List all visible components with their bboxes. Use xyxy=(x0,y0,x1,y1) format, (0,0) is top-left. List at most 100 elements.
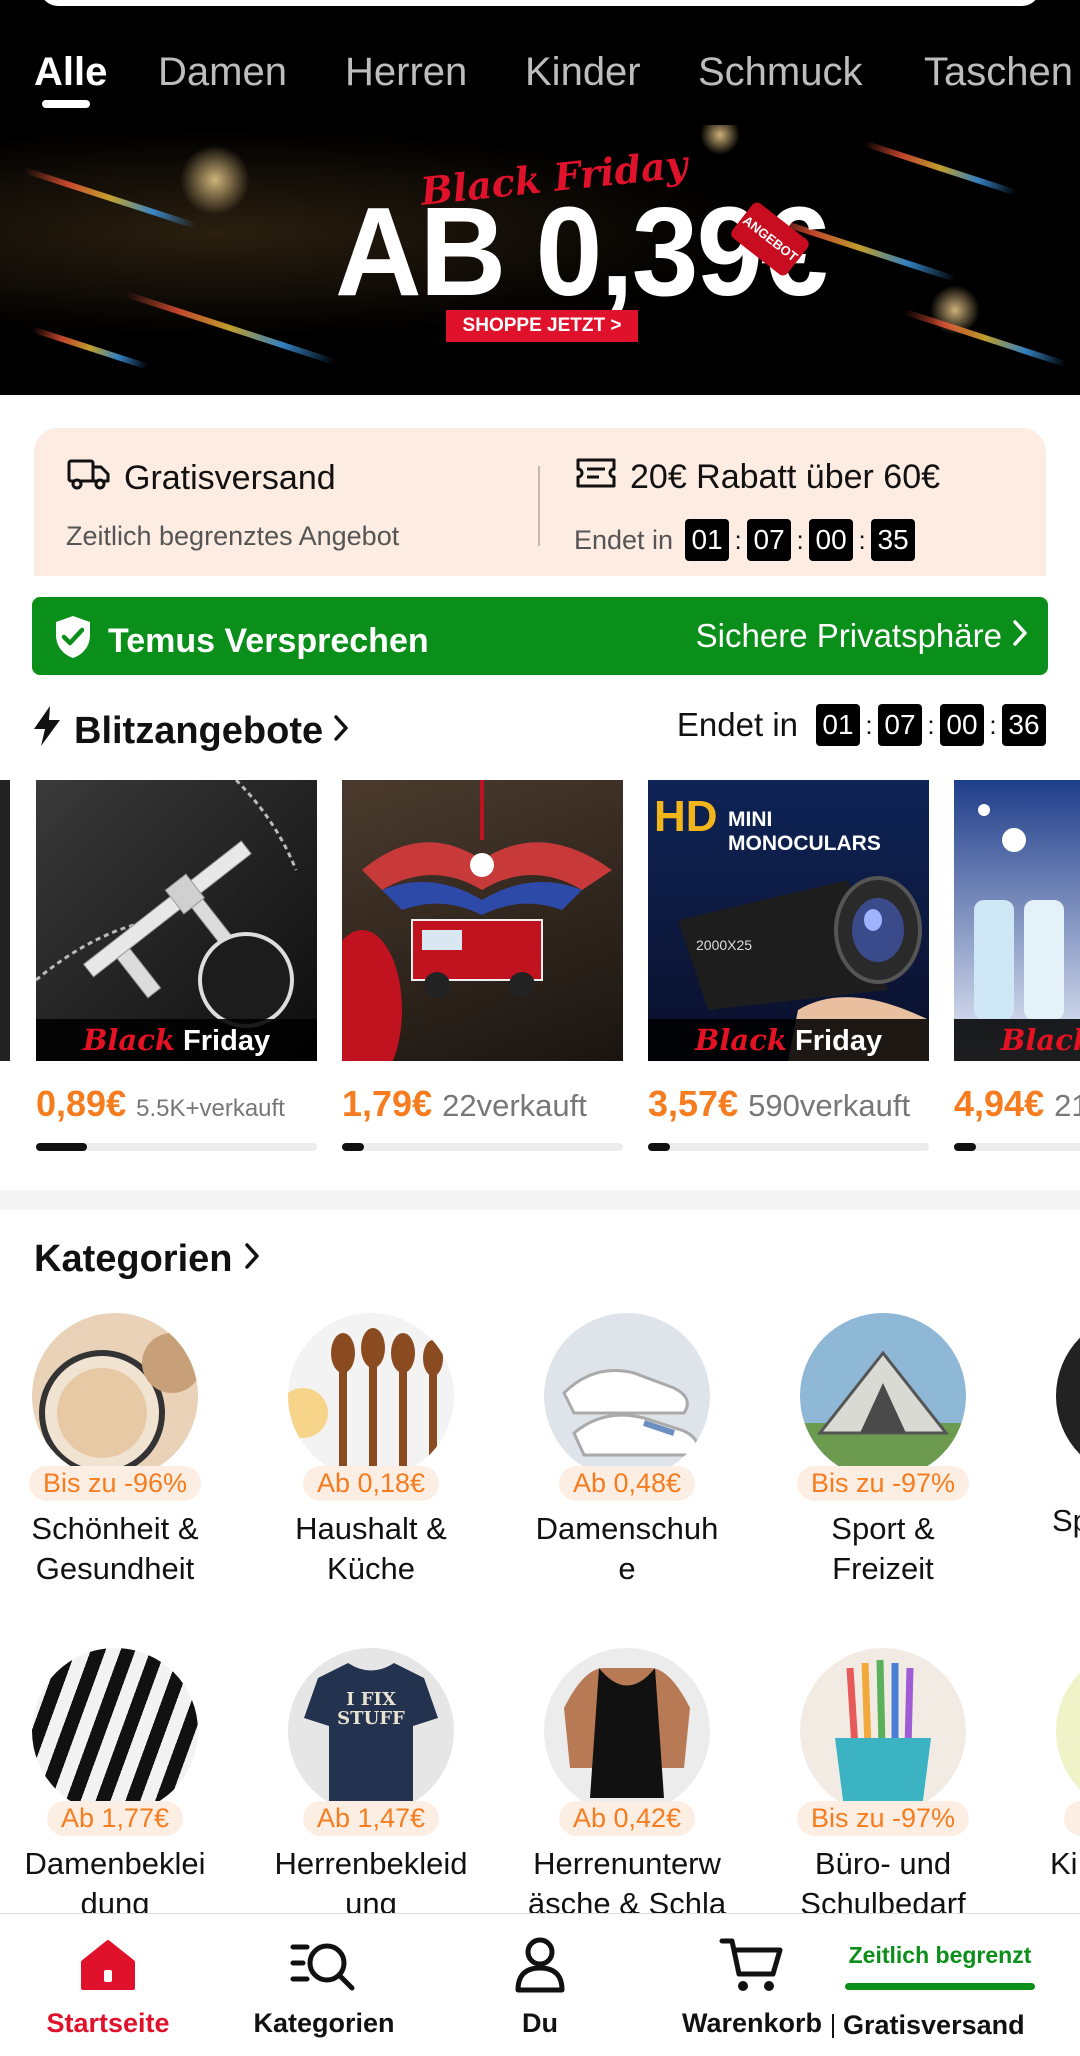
category-sport[interactable]: Bis zu -97% Sport & Freizeit xyxy=(768,1313,998,1589)
promo-card[interactable]: Gratisversand Zeitlich begrenztes Angebo… xyxy=(34,428,1046,576)
nav-cart-label: Warenkorb xyxy=(681,2008,823,2038)
shield-check-icon xyxy=(52,614,94,669)
nav-categories[interactable]: Kategorien xyxy=(224,1932,424,2039)
product-sold-count: 5.5K+verkauft xyxy=(136,1095,285,1122)
flash-deals-title: Blitzangebote xyxy=(74,709,324,752)
category-womens-clothing[interactable]: Ab 1,77€ Damenbeklei dung xyxy=(0,1648,230,1924)
category-household[interactable]: Ab 0,18€ Haushalt & Küche xyxy=(256,1313,486,1589)
product-image: Black Friday xyxy=(954,780,1080,1061)
flash-timer-hours: 01 xyxy=(816,704,860,746)
nav-profile[interactable]: Du xyxy=(440,1932,640,2039)
chevron-right-icon xyxy=(244,1238,260,1281)
flash-products-carousel[interactable]: Black Friday 0,89€ 5.5K+verkauft 1,79€ 2… xyxy=(0,780,1080,1160)
category-badge: Bis zu -97% xyxy=(796,1466,970,1501)
truck-icon xyxy=(66,456,112,501)
flash-timer-seconds: 00 xyxy=(940,704,984,746)
category-label: Haushalt & xyxy=(295,1511,447,1546)
ends-label: Endet in xyxy=(574,524,674,555)
tshirt-print-text: I FIX STUFF xyxy=(337,1689,405,1729)
category-image xyxy=(1056,1313,1080,1479)
chevron-right-icon xyxy=(1012,617,1028,655)
section-divider xyxy=(0,1190,1080,1210)
category-image xyxy=(544,1313,710,1479)
timer-seconds: 00 xyxy=(809,519,854,561)
category-partial[interactable]: Sp xyxy=(1024,1313,1080,1541)
search-bar[interactable] xyxy=(40,0,1040,6)
privacy-link[interactable]: Sichere Privatsphäre xyxy=(696,617,1002,655)
category-womens-shoes[interactable]: Ab 0,48€ Damenschuh e xyxy=(512,1313,742,1589)
product-price: 3,57€ xyxy=(648,1083,739,1124)
timer-hours: 01 xyxy=(685,519,730,561)
timer-minutes: 07 xyxy=(747,519,792,561)
nav-home-label: Startseite xyxy=(46,2008,170,2038)
category-label: Ki xyxy=(1050,1846,1078,1881)
tab-alle[interactable]: Alle xyxy=(34,50,107,95)
nav-cart[interactable]: Warenkorb xyxy=(652,1932,852,2039)
category-mens-clothing[interactable]: I FIX STUFF Ab 1,47€ Herrenbekleid ung xyxy=(256,1648,486,1924)
category-badge: B xyxy=(1064,1801,1080,1836)
category-image xyxy=(32,1648,198,1814)
product-card[interactable]: 1,79€ 22verkauft xyxy=(342,780,623,1151)
category-badge: Ab 1,77€ xyxy=(46,1801,184,1836)
category-badge: Bis zu -96% xyxy=(28,1466,202,1501)
category-partial[interactable]: B Ki xyxy=(1024,1648,1080,1884)
category-badge: Bis zu -97% xyxy=(796,1801,970,1836)
black-friday-banner[interactable]: Black Friday AB 0,39€ ANGEBOT SHOPPE JET… xyxy=(0,125,1080,395)
black-friday-strip: Black Friday xyxy=(36,1019,317,1061)
chevron-right-icon xyxy=(333,710,349,753)
coupon-icon xyxy=(574,456,618,499)
product-card[interactable]: Black Friday 0,89€ 5.5K+verkauft xyxy=(36,780,317,1151)
category-label: Sp xyxy=(1052,1503,1080,1538)
product-price: 0,89€ xyxy=(36,1083,127,1124)
flash-ends-label: Endet in xyxy=(676,706,798,743)
category-search-icon xyxy=(224,1932,424,1998)
product-price: 4,94€ xyxy=(954,1083,1045,1124)
category-mens-underwear[interactable]: Ab 0,42€ Herrenunterw äsche & Schla xyxy=(512,1648,742,1924)
promise-bar[interactable]: Temus Versprechen Sichere Privatsphäre xyxy=(32,597,1048,675)
category-image xyxy=(800,1648,966,1814)
tab-damen[interactable]: Damen xyxy=(158,50,287,95)
category-label: Schönheit & xyxy=(31,1511,199,1546)
category-image: I FIX STUFF xyxy=(288,1648,454,1814)
nav-home[interactable]: Startseite xyxy=(8,1932,208,2039)
sold-progress-bar xyxy=(954,1143,1080,1151)
nav-profile-label: Du xyxy=(522,2008,558,2038)
partial-product-left xyxy=(0,780,10,1061)
category-badge: Ab 0,18€ xyxy=(302,1466,440,1501)
category-badge: Ab 0,42€ xyxy=(558,1801,696,1836)
category-image xyxy=(1056,1648,1080,1814)
product-image: Black Friday xyxy=(36,780,317,1061)
nav-promo[interactable]: Zeitlich begrenzt xyxy=(840,1942,1040,1990)
nav-promo-text: Zeitlich begrenzt xyxy=(848,1942,1032,1968)
tab-herren[interactable]: Herren xyxy=(345,50,467,95)
categories-link[interactable]: Kategorien xyxy=(34,1238,260,1281)
category-tabs: Alle Damen Herren Kinder Schmuck Taschen xyxy=(0,38,1080,118)
category-office-school[interactable]: Bis zu -97% Büro- und Schulbedarf xyxy=(768,1648,998,1924)
nav-promo-bar xyxy=(845,1983,1035,1990)
shipping-title: Gratisversand xyxy=(124,459,336,497)
tab-schmuck[interactable]: Schmuck xyxy=(698,50,863,95)
categories-title: Kategorien xyxy=(34,1238,233,1280)
tab-taschen[interactable]: Taschen xyxy=(924,50,1073,95)
sold-progress-bar xyxy=(36,1143,317,1151)
lightning-icon xyxy=(30,704,64,758)
category-label: Freizeit xyxy=(832,1551,934,1586)
category-label: Damenbeklei xyxy=(24,1846,206,1881)
user-icon xyxy=(440,1932,640,1998)
monocular-spec: 2000X25 xyxy=(696,937,753,953)
cart-icon xyxy=(652,1932,852,1998)
banner-cta-button[interactable]: SHOPPE JETZT > xyxy=(446,310,638,342)
product-card[interactable]: HD MINI MONOCULARS 2000X25 Black Friday … xyxy=(648,780,929,1151)
nav-shipping-label: Gratisversand xyxy=(843,2010,1025,2040)
flash-deals-link[interactable]: Blitzangebote xyxy=(30,704,349,758)
flash-timer-centis: 36 xyxy=(1002,704,1046,746)
home-icon xyxy=(8,1932,208,1998)
category-beauty[interactable]: Bis zu -96% Schönheit & Gesundheit xyxy=(0,1313,230,1589)
category-image xyxy=(544,1648,710,1814)
product-sold-count: 590verkauft xyxy=(748,1088,911,1123)
category-image xyxy=(288,1313,454,1479)
product-card[interactable]: Black Friday 4,94€ 21 xyxy=(954,780,1080,1151)
flash-deals-header: Blitzangebote Endet in 01: 07: 00: 36 xyxy=(30,700,1050,758)
tab-kinder[interactable]: Kinder xyxy=(525,50,641,95)
category-badge: Ab 0,48€ xyxy=(558,1466,696,1501)
